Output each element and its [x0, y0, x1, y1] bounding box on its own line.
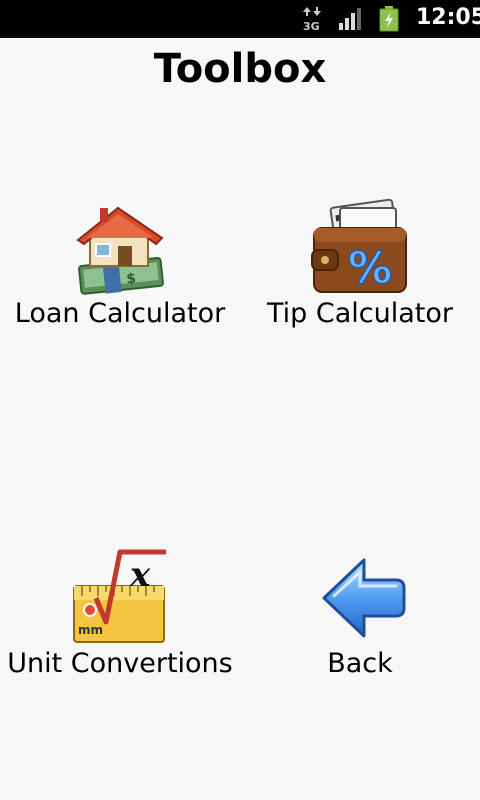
- status-bar: 3G 12:05: [0, 0, 480, 38]
- svg-text:mm: mm: [78, 623, 103, 637]
- unit-convertions-label: Unit Convertions: [7, 648, 233, 679]
- back-arrow-icon: [322, 558, 406, 638]
- page-title: Toolbox: [153, 46, 327, 92]
- battery-charging-icon: [379, 6, 399, 32]
- tip-calculator-label: Tip Calculator: [267, 298, 453, 329]
- unit-convertions-button[interactable]: mm x Unit Convertions: [0, 548, 240, 679]
- svg-text:%: %: [348, 243, 392, 294]
- svg-text:3G: 3G: [303, 20, 320, 32]
- back-button[interactable]: Back: [240, 548, 480, 679]
- ruler-formula-icon: mm x: [73, 549, 166, 643]
- svg-text:x: x: [129, 555, 151, 595]
- signal-strength-icon: [339, 8, 361, 30]
- loan-calculator-label: Loan Calculator: [14, 298, 226, 329]
- back-label: Back: [327, 648, 393, 679]
- loan-calculator-button[interactable]: $ Loan Calculator: [0, 198, 240, 329]
- house-money-icon: $: [76, 206, 164, 295]
- 3g-data-icon: 3G: [303, 7, 321, 32]
- svg-text:$: $: [126, 270, 137, 287]
- clock: 12:05: [416, 5, 480, 30]
- wallet-percent-icon: %: [311, 198, 407, 295]
- tip-calculator-button[interactable]: % Tip Calculator: [240, 198, 480, 329]
